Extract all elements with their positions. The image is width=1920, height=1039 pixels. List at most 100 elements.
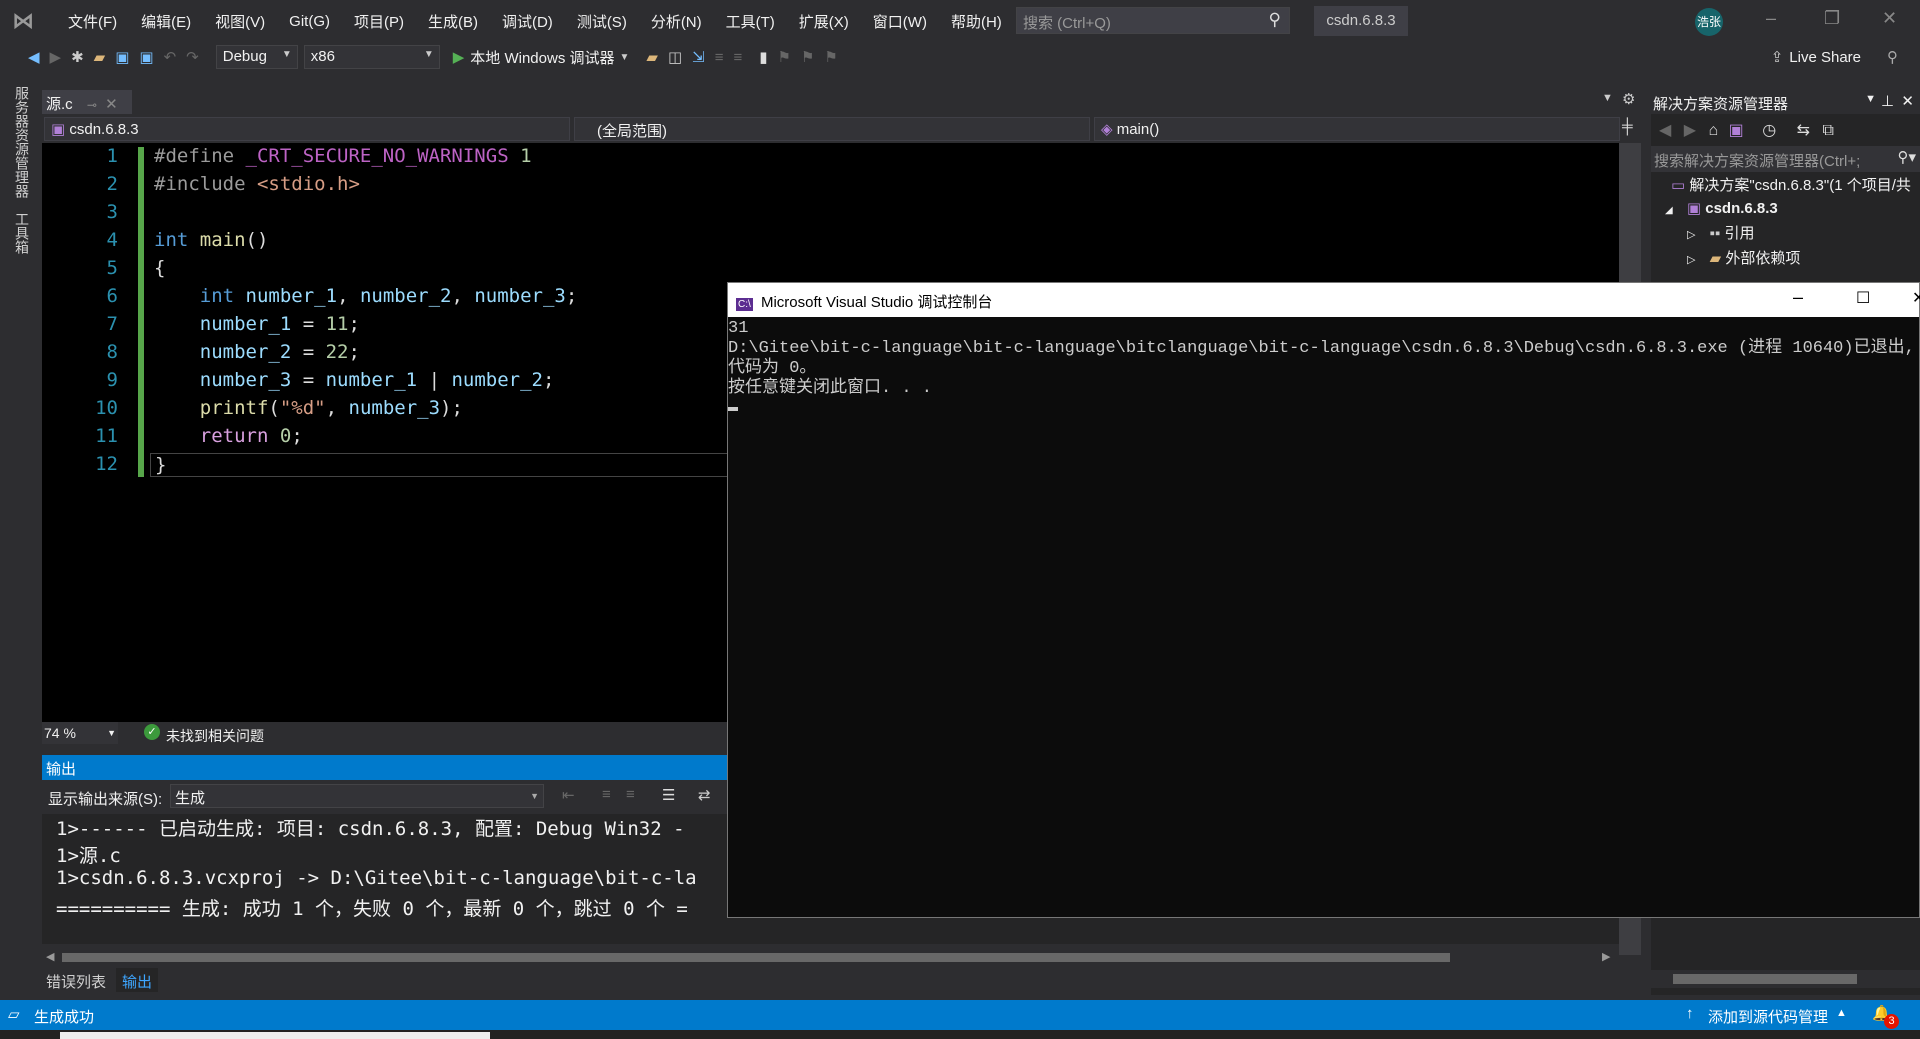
back-icon[interactable]: ◀ [28, 48, 40, 66]
solution-search-input[interactable]: 搜索解决方案资源管理器(Ctrl+; ⚲▾ [1651, 146, 1920, 172]
tree-item-external-deps[interactable]: ▷ ▰ 外部依赖项 [1651, 247, 1920, 272]
tab-error-list[interactable]: 错误列表 [46, 971, 106, 992]
scroll-thumb[interactable] [1673, 974, 1857, 984]
toolbox-tab[interactable]: 工具箱 [12, 212, 32, 254]
console-minimize-icon[interactable]: – [1793, 287, 1803, 308]
goto-line-icon[interactable]: ⇤ [562, 786, 575, 804]
start-debugger-button[interactable]: 本地 Windows 调试器 [470, 47, 614, 68]
menu-debug[interactable]: 调试(D) [490, 11, 565, 32]
console-title: Microsoft Visual Studio 调试控制台 [760, 294, 993, 311]
save-icon[interactable]: ▣ [115, 48, 129, 66]
tree-item-project[interactable]: ◢ ▣ csdn.6.8.3 [1651, 197, 1920, 222]
new-project-icon[interactable]: ✱ [71, 48, 84, 66]
close-icon[interactable]: ✕ [1882, 8, 1897, 29]
server-explorer-tab[interactable]: 服务器资源管理器 [12, 86, 32, 198]
clear-all-icon[interactable]: ☰ [662, 786, 675, 804]
platform-select[interactable]: x86 ▼ [303, 45, 440, 69]
prev-message-icon[interactable]: ≡ [602, 786, 611, 803]
visual-studio-logo-icon: ⋈ [12, 8, 34, 33]
chevron-down-icon[interactable]: ▼ [619, 52, 629, 63]
tab-source-c[interactable]: 源.c ⊸ ✕ [42, 90, 132, 114]
redo-icon[interactable]: ↷ [186, 48, 199, 66]
chevron-up-icon[interactable]: ▲ [1836, 1007, 1847, 1019]
tree-item-references[interactable]: ▷ ▪▪ 引用 [1651, 222, 1920, 247]
menu-tools[interactable]: 工具(T) [714, 11, 787, 32]
home-icon[interactable]: ⌂ [1709, 122, 1719, 139]
scope-value: (全局范围) [597, 123, 667, 140]
menu-build[interactable]: 生成(B) [416, 11, 490, 32]
avatar[interactable]: 浩张 [1695, 8, 1723, 36]
live-share-icon[interactable]: ⇪ [1771, 48, 1784, 66]
menu-window[interactable]: 窗口(W) [861, 11, 939, 32]
menu-extensions[interactable]: 扩展(X) [787, 11, 861, 32]
word-wrap-icon[interactable]: ⇄ [698, 786, 711, 804]
bookmark-next-icon[interactable]: ⚑ [801, 48, 814, 66]
scope-dropdown[interactable]: (全局范围) [574, 117, 1090, 141]
scroll-left-icon[interactable]: ◀ [46, 950, 54, 963]
solution-horizontal-scrollbar[interactable] [1651, 970, 1920, 988]
chevron-down-icon[interactable]: ▼ [1865, 93, 1876, 105]
bookmark-clear-icon[interactable]: ⚑ [824, 48, 837, 66]
zoom-dropdown[interactable]: 74 % ▼ [42, 722, 118, 744]
line-number: 12 [95, 453, 118, 475]
search-input[interactable]: 搜索 (Ctrl+Q) ⚲ [1016, 7, 1290, 34]
screenshot-icon[interactable]: ◫ [668, 48, 682, 66]
tree-item-solution[interactable]: ▭ 解决方案"csdn.6.8.3"(1 个项目/共 [1651, 174, 1920, 197]
feedback-icon[interactable]: ⚲ [1887, 48, 1898, 66]
output-horizontal-scrollbar[interactable]: ◀ ▶ [42, 949, 1619, 967]
switch-views-icon[interactable]: ▣ [1729, 122, 1744, 139]
pin-icon[interactable]: ⊸ [87, 98, 97, 112]
tab-output[interactable]: 输出 [116, 968, 159, 992]
build-status: 生成成功 [34, 1009, 95, 1026]
search-placeholder: 搜索 (Ctrl+Q) [1023, 15, 1111, 32]
menu-test[interactable]: 测试(S) [565, 11, 639, 32]
scroll-thumb[interactable] [62, 953, 1450, 962]
collapse-all-icon[interactable]: ⧉ [1823, 122, 1834, 139]
issues-status[interactable]: 未找到相关问题 [166, 726, 264, 746]
solution-name-badge: csdn.6.8.3 [1314, 6, 1408, 36]
console-close-icon[interactable]: ✕ [1912, 288, 1920, 308]
pending-changes-icon[interactable]: ◷ [1762, 122, 1776, 139]
output-source-select[interactable]: 生成 ▼ [170, 784, 544, 808]
back-icon[interactable]: ◀ [1659, 122, 1671, 139]
split-icon[interactable]: ╪ [1622, 118, 1633, 135]
gear-icon[interactable]: ⚙ [1622, 90, 1635, 108]
save-all-icon[interactable]: ▣ [139, 48, 153, 66]
restore-icon[interactable]: ❐ [1824, 8, 1840, 29]
scroll-right-icon[interactable]: ▶ [1602, 950, 1610, 963]
bookmark-icon[interactable]: ▮ [759, 48, 767, 66]
menu-help[interactable]: 帮助(H) [939, 11, 1014, 32]
bookmark-prev-icon[interactable]: ⚑ [778, 48, 791, 66]
play-icon[interactable]: ▶ [453, 48, 465, 66]
tab-list-dropdown-icon[interactable]: ▼ [1602, 92, 1613, 104]
console-maximize-icon[interactable]: ☐ [1856, 288, 1870, 308]
sync-icon[interactable]: ⇆ [1797, 122, 1810, 139]
minimize-icon[interactable]: – [1766, 8, 1776, 29]
menu-edit[interactable]: 编辑(E) [129, 11, 203, 32]
close-tab-icon[interactable]: ✕ [105, 96, 118, 113]
next-message-icon[interactable]: ≡ [626, 786, 635, 803]
project-dropdown[interactable]: ▣ csdn.6.8.3 [44, 117, 570, 141]
comment-icon[interactable]: ≡ [715, 49, 724, 66]
member-value: main() [1116, 121, 1160, 138]
config-select[interactable]: Debug ▼ [215, 45, 298, 69]
open-icon[interactable]: ▰ [94, 48, 106, 66]
undo-icon[interactable]: ↶ [164, 48, 177, 66]
close-icon[interactable]: ✕ [1901, 92, 1914, 110]
member-dropdown[interactable]: ◈ main() [1094, 117, 1620, 141]
forward-icon[interactable]: ▶ [50, 48, 62, 66]
menu-git[interactable]: Git(G) [277, 13, 342, 30]
output-source-value: 生成 [175, 790, 206, 807]
step-icon[interactable]: ⇲ [692, 48, 705, 66]
uncomment-icon[interactable]: ≡ [733, 49, 742, 66]
pin-icon[interactable]: ⊥ [1881, 92, 1894, 110]
menu-view[interactable]: 视图(V) [203, 11, 277, 32]
debug-console-window[interactable]: C:\ Microsoft Visual Studio 调试控制台 – ☐ ✕ … [727, 282, 1920, 918]
menu-project[interactable]: 项目(P) [342, 11, 416, 32]
menu-analyze[interactable]: 分析(N) [639, 11, 714, 32]
menu-file[interactable]: 文件(F) [56, 11, 129, 32]
browse-icon[interactable]: ▰ [646, 48, 658, 66]
live-share-button[interactable]: Live Share [1789, 49, 1861, 66]
forward-icon[interactable]: ▶ [1684, 122, 1696, 139]
add-to-source-control-button[interactable]: 添加到源代码管理 [1708, 1006, 1828, 1027]
